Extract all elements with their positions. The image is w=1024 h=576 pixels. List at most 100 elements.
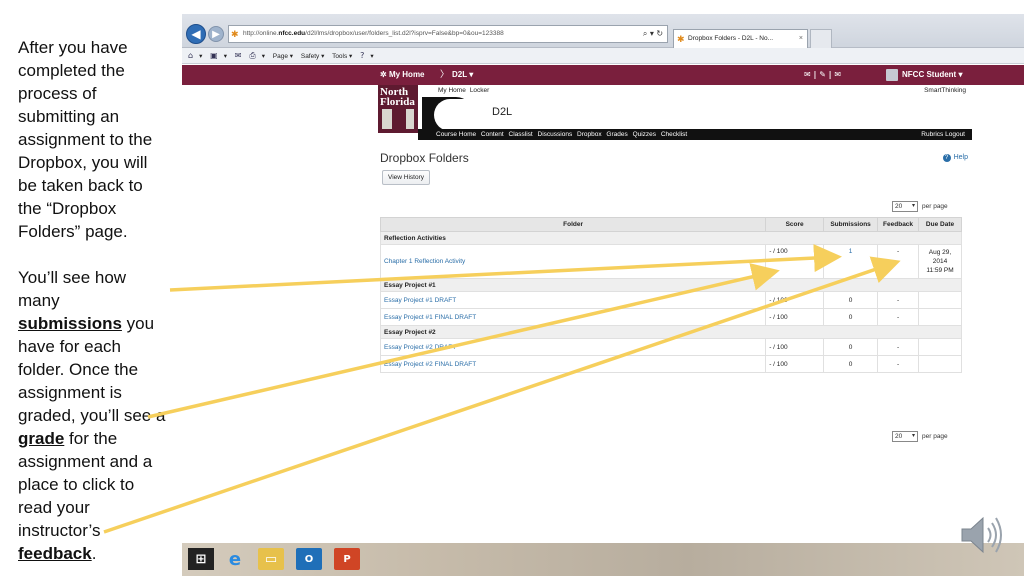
address-bar[interactable]: ✱ http://online.nfcc.edu/d2l/lms/dropbox/… [228, 25, 668, 43]
submissions-cell: 0 [823, 355, 879, 373]
header-link-my-home[interactable]: My Home [438, 87, 466, 94]
cmd-tools-menu[interactable]: Tools ▾ [332, 53, 352, 60]
folder-link[interactable]: Essay Project #2 DRAFT [379, 338, 767, 356]
outlook-icon[interactable]: O [296, 548, 322, 570]
per-page-select[interactable]: 20 ▾ [892, 201, 918, 212]
table-row: Chapter 1 Reflection Activity - / 100 1 … [379, 244, 962, 279]
windows-start-icon[interactable]: ⊞ [188, 548, 214, 570]
d2l-header: North Florida My Home Locker SmartThinkin… [378, 85, 972, 141]
text-run: . [91, 544, 97, 563]
tab-dropbox[interactable]: Dropbox [577, 131, 602, 138]
help-link[interactable]: ? Help [942, 154, 968, 162]
header-link-locker[interactable]: Locker [470, 87, 490, 94]
per-page-select[interactable]: 20 ▾ [892, 431, 918, 442]
refresh-icon[interactable]: ⌕ ▾ ↻ [638, 25, 668, 43]
internet-explorer-icon[interactable]: e [222, 548, 248, 570]
cmd-home-dropdown[interactable]: ▾ [199, 53, 202, 60]
category-label: Reflection Activities [380, 231, 962, 245]
folder-link[interactable]: Essay Project #1 DRAFT [379, 291, 767, 309]
cmd-safety-menu[interactable]: Safety ▾ [301, 53, 325, 60]
per-page-top: 20 ▾ per page [892, 201, 948, 212]
feedback-cell: - [877, 291, 920, 309]
nav-alert-icons[interactable]: ✉ | ✎ | ✉ [804, 65, 841, 85]
browser-titlebar: ◀ ▶ ✱ http://online.nfcc.edu/d2l/lms/drop… [182, 14, 1024, 48]
nav-user-menu[interactable]: NFCC Student ▾ [902, 65, 962, 85]
due-date-cell [918, 338, 962, 356]
course-title: D2L [492, 106, 513, 118]
logo-graphic-mark [392, 105, 406, 131]
submissions-cell: 0 [823, 338, 879, 356]
tab-rubrics-logout[interactable]: Rubrics Logout [921, 129, 965, 140]
due-date-cell [918, 355, 962, 373]
feedback-cell: - [877, 308, 920, 326]
nfcc-logo[interactable]: North Florida [378, 85, 418, 133]
nav-course-selector[interactable]: D2L ▾ [452, 65, 473, 85]
tab-title: Dropbox Folders - D2L - No... [688, 35, 774, 42]
score-cell: - / 100 [765, 308, 825, 326]
col-feedback: Feedback [877, 217, 920, 232]
new-tab-button[interactable] [810, 29, 832, 48]
avatar[interactable] [886, 69, 898, 81]
tab-classlist[interactable]: Classlist [509, 131, 533, 138]
file-explorer-icon[interactable]: ▭ [258, 548, 284, 570]
command-bar: ⌂ ▾ ▣ ▾ ✉ ⎙ ▾ Page ▾ Safety ▾ Tools ▾ ? ▾ [182, 48, 1024, 64]
category-row: Reflection Activities [380, 231, 962, 245]
help-icon: ? [942, 154, 951, 162]
feeds-icon[interactable]: ▣ [210, 51, 218, 60]
tab-checklist[interactable]: Checklist [661, 131, 687, 138]
cmd-print-dropdown[interactable]: ▾ [262, 53, 265, 60]
tab-discussions[interactable]: Discussions [538, 131, 573, 138]
submissions-link[interactable]: 1 [823, 244, 879, 279]
page-title: Dropbox Folders [380, 151, 469, 165]
per-page-bottom: 20 ▾ per page [892, 431, 948, 442]
smartthinking-link[interactable]: SmartThinking [924, 87, 966, 94]
back-arrow-icon[interactable]: ◀ [186, 24, 206, 44]
folder-link[interactable]: Essay Project #2 FINAL DRAFT [379, 355, 767, 373]
cmd-page-menu[interactable]: Page ▾ [273, 53, 293, 60]
print-icon[interactable]: ⎙ [249, 51, 255, 60]
cmd-help-dropdown[interactable]: ▾ [370, 53, 373, 60]
help-icon[interactable]: ? [360, 51, 364, 60]
tab-grades[interactable]: Grades [606, 131, 627, 138]
forward-arrow-icon[interactable]: ▶ [208, 26, 224, 42]
keyword-grade: grade [18, 429, 65, 448]
feedback-cell: - [877, 244, 920, 279]
speaker-icon[interactable] [958, 512, 1008, 558]
tab-quizzes[interactable]: Quizzes [633, 131, 656, 138]
tab-course-home[interactable]: Course Home [436, 131, 476, 138]
header-links: My Home Locker [438, 87, 493, 94]
mail-icon[interactable]: ✉ [235, 51, 242, 60]
col-folder: Folder [379, 217, 767, 232]
smartthinking-label: SmartThinking [924, 87, 966, 94]
text-run: You’ll see how many [18, 268, 127, 310]
url-prefix: http://online. [243, 30, 279, 37]
chevron-down-icon: ▾ [911, 203, 915, 209]
powerpoint-icon[interactable]: P [334, 548, 360, 570]
dropbox-content: Dropbox Folders ? Help View History 20 ▾ pe… [379, 151, 970, 442]
folder-link[interactable]: Essay Project #1 FINAL DRAFT [379, 308, 767, 326]
folder-link[interactable]: Chapter 1 Reflection Activity [379, 244, 767, 279]
score-cell: - / 100 [765, 291, 825, 309]
feedback-cell: - [877, 355, 920, 373]
nav-my-home[interactable]: ✲ My Home [380, 65, 425, 85]
slide-text: After you have completed the process of … [18, 36, 168, 576]
score-cell: - / 100 [765, 338, 825, 356]
browser-screenshot: ◀ ▶ ✱ http://online.nfcc.edu/d2l/lms/drop… [182, 14, 1024, 576]
col-score: Score [765, 217, 825, 232]
home-icon[interactable]: ⌂ [188, 51, 193, 60]
browser-tab-active[interactable]: ✱ Dropbox Folders - D2L - No... × [673, 29, 808, 48]
dropbox-folders-table: Folder Score Submissions Feedback Due Da… [379, 217, 962, 373]
cmd-feeds-dropdown[interactable]: ▾ [224, 53, 227, 60]
due-date-cell [918, 291, 962, 309]
tab-content[interactable]: Content [481, 131, 504, 138]
category-row: Essay Project #2 [380, 325, 962, 339]
category-row: Essay Project #1 [380, 278, 962, 292]
due-date-line: 2014 [932, 258, 948, 265]
per-page-label: per page [922, 433, 948, 440]
score-cell: - / 100 [765, 355, 825, 373]
table-row: Essay Project #1 DRAFT - / 100 0 - [379, 291, 962, 309]
view-history-button[interactable]: View History [382, 170, 431, 185]
slide-paragraph-1: After you have completed the process of … [18, 38, 153, 241]
close-icon[interactable]: × [799, 30, 803, 48]
keyword-submissions: submissions [18, 314, 122, 333]
